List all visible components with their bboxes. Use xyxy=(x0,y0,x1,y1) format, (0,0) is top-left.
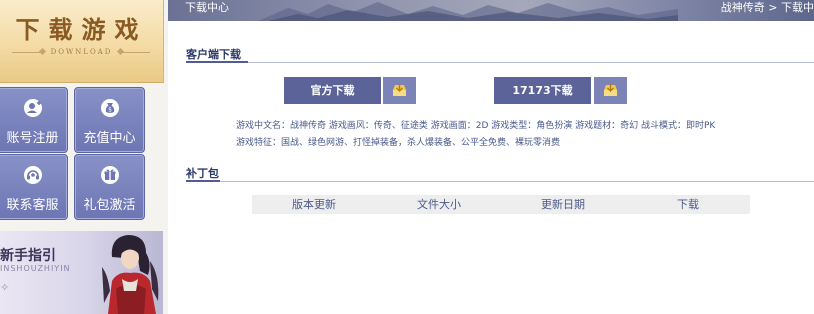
download-box-icon xyxy=(594,77,627,104)
breadcrumb-separator: > xyxy=(764,1,781,14)
gift-activation-label: 礼包激活 xyxy=(83,198,136,213)
user-plus-icon xyxy=(23,99,42,117)
contact-service-label: 联系客服 xyxy=(6,198,59,213)
money-bag-icon: $ xyxy=(100,99,119,117)
download-game-title: 下载游戏 xyxy=(15,15,148,44)
column-update-date: 更新日期 xyxy=(541,198,585,211)
17173-download-label: 17173下载 xyxy=(494,77,591,104)
patch-table-header: 版本更新 文件大小 更新日期 下载 xyxy=(252,195,750,214)
download-box-icon xyxy=(383,77,416,104)
newbie-guide-banner[interactable]: 新手指引 INSHOUZHIYIN ✧ xyxy=(0,231,163,314)
plus-icon: ✧ xyxy=(0,281,10,294)
client-download-heading: 客户端下载 xyxy=(186,48,241,61)
column-download: 下载 xyxy=(677,198,699,211)
client-download-divider xyxy=(186,61,814,63)
account-register-button[interactable]: 账号注册 xyxy=(0,87,68,153)
header-battle-decoration xyxy=(258,2,678,21)
breadcrumb-home-link[interactable]: 战神传奇 xyxy=(721,1,765,14)
banner-divider-right xyxy=(122,52,150,53)
official-download-button[interactable]: 官方下载 xyxy=(284,77,416,104)
header-bar: 下载中心 战神传奇 > 下载中 xyxy=(168,0,814,21)
sidebar: 下载游戏 DOWNLOAD 账号注册 $ 充值中心 联系客服 礼包激活 新手指引… xyxy=(0,0,168,314)
breadcrumb-current: 下载中 xyxy=(781,1,814,14)
official-download-label: 官方下载 xyxy=(284,77,381,104)
recharge-center-button[interactable]: $ 充值中心 xyxy=(74,87,145,153)
warrior-character-illustration xyxy=(102,235,159,314)
column-version-update: 版本更新 xyxy=(292,198,336,211)
game-info-line-1: 游戏中文名：战神传奇 游戏画风：传奇、征途类 游戏画面：2D 游戏类型：角色扮演… xyxy=(236,121,716,131)
newbie-guide-title: 新手指引 xyxy=(0,248,56,264)
game-info-line-2: 游戏特征：国战、绿色网游、打怪掉装备，杀人爆装备、公平全免费、裸玩零消费 xyxy=(236,138,561,148)
recharge-center-label: 充值中心 xyxy=(83,131,136,146)
svg-text:$: $ xyxy=(108,107,112,114)
divider-accent xyxy=(186,61,248,63)
headset-icon xyxy=(23,166,42,184)
download-game-banner[interactable]: 下载游戏 DOWNLOAD xyxy=(0,0,164,83)
newbie-guide-pinyin: INSHOUZHIYIN xyxy=(0,264,71,273)
17173-download-button[interactable]: 17173下载 xyxy=(494,77,627,104)
gift-activation-button[interactable]: 礼包激活 xyxy=(74,154,145,220)
divider-accent xyxy=(186,180,220,182)
page-title: 下载中心 xyxy=(185,1,229,14)
column-file-size: 文件大小 xyxy=(417,198,461,211)
account-register-label: 账号注册 xyxy=(6,131,59,146)
patch-heading: 补丁包 xyxy=(186,167,219,180)
breadcrumb: 战神传奇 > 下载中 xyxy=(721,0,814,16)
contact-service-button[interactable]: 联系客服 xyxy=(0,154,68,220)
patch-divider xyxy=(186,180,814,182)
gift-icon xyxy=(100,166,119,184)
